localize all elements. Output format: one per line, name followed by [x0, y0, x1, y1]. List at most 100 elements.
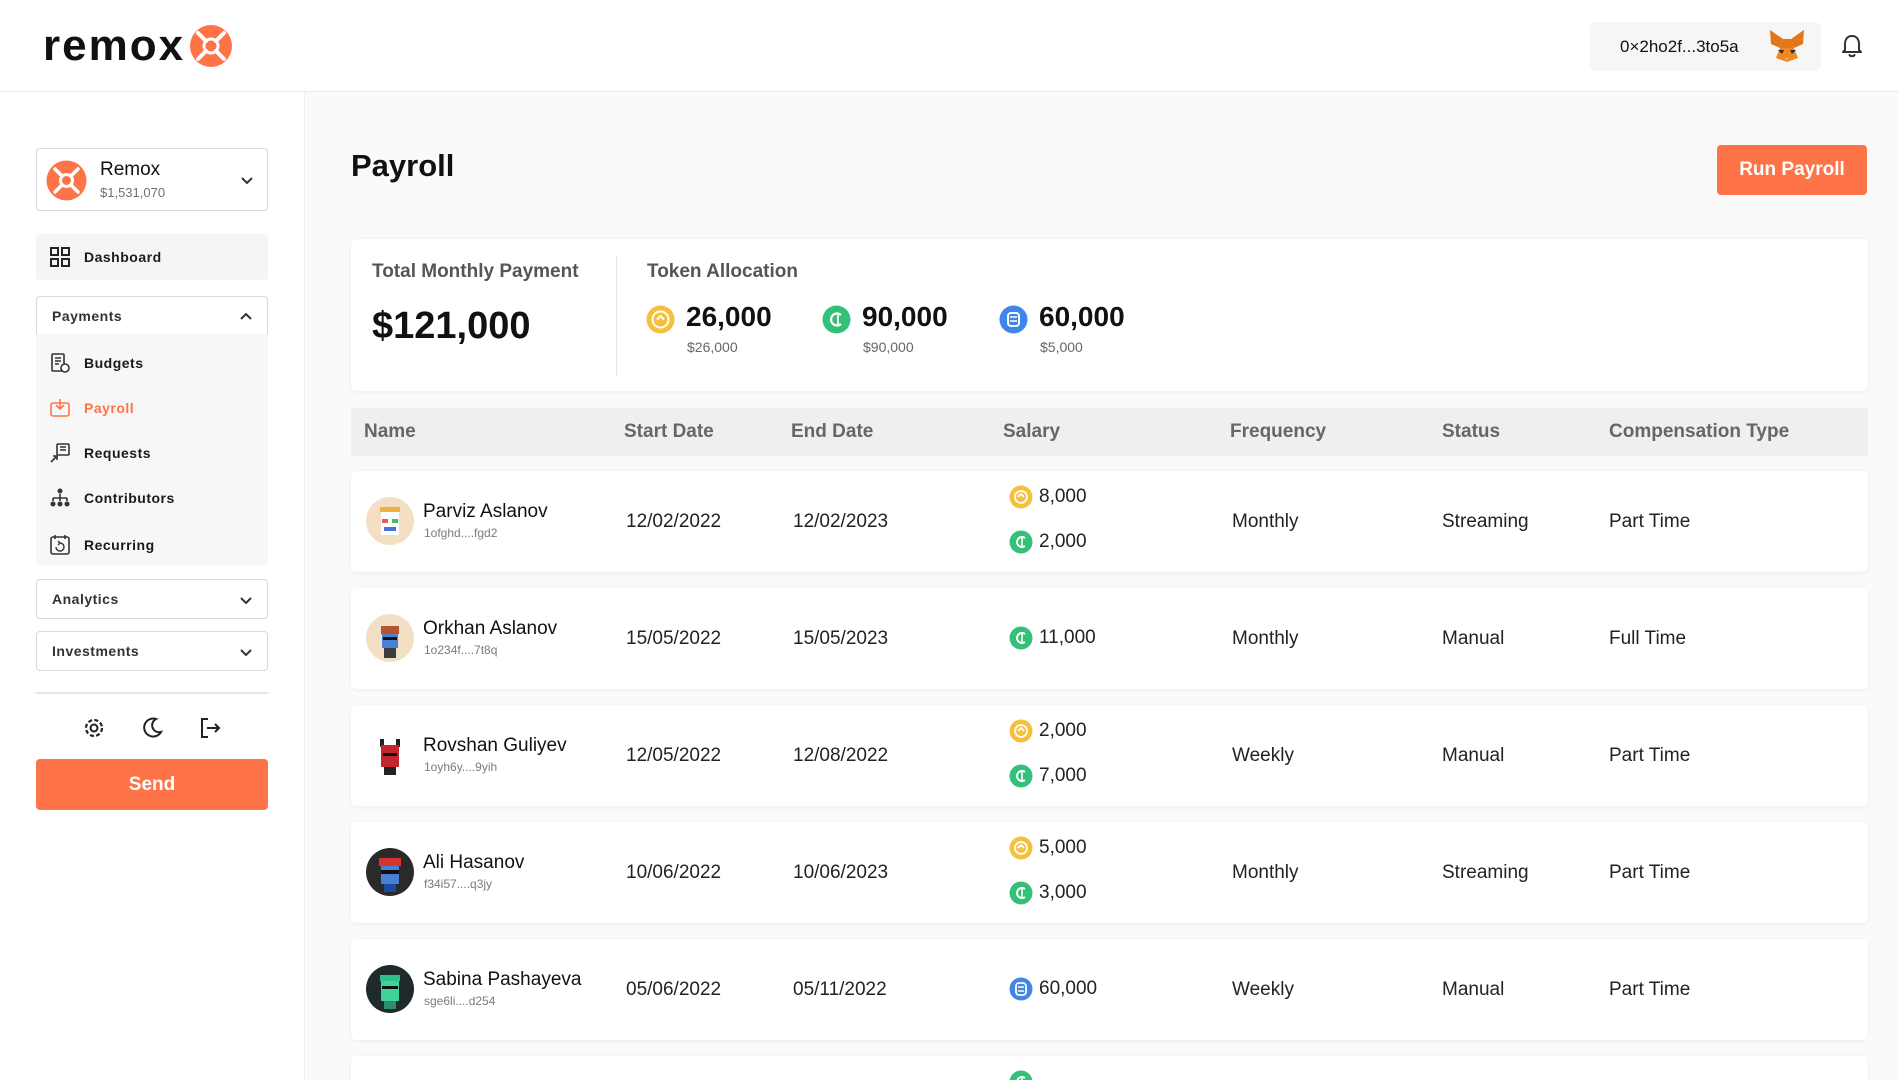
compensation-type: Part Time [1609, 745, 1691, 766]
sidebar-item-contributors[interactable]: Contributors [49, 485, 175, 511]
salary-token: 2,000 [1009, 719, 1087, 743]
sidebar-group-label: Investments [52, 643, 140, 659]
summary-divider [616, 257, 617, 377]
column-header-start-date[interactable]: Start Date [624, 421, 714, 443]
salary-token: 3,000 [1009, 881, 1087, 905]
send-button[interactable]: Send [36, 759, 268, 810]
column-header-frequency[interactable]: Frequency [1230, 421, 1326, 443]
status: Manual [1442, 745, 1505, 766]
green-coin-icon [1009, 881, 1033, 905]
org-name: Remox [100, 159, 161, 180]
salary-amount: 7,000 [1039, 765, 1087, 786]
status: Manual [1442, 628, 1505, 649]
sidebar: Remox $1,531,070 Dashboard Payments Budg… [0, 92, 305, 1080]
table-row[interactable]: Ali Hasanov f34i57....q3jy 10/06/2022 10… [351, 822, 1868, 923]
salary-token: 60,000 [1009, 977, 1097, 1001]
sidebar-item-budgets[interactable]: Budgets [49, 350, 144, 376]
employee-name: Rovshan Guliyev [423, 735, 567, 756]
compensation-type: Part Time [1609, 979, 1691, 1000]
payment-summary-card: Total Monthly Payment $121,000 Token All… [351, 239, 1868, 391]
green-coin-icon [1009, 530, 1033, 554]
blue-coin-icon [1009, 977, 1033, 1001]
salary-token: 8,000 [1009, 485, 1087, 509]
requests-icon [50, 443, 70, 463]
salary-amount: 8,000 [1039, 486, 1087, 507]
sidebar-item-label: Contributors [84, 490, 175, 506]
table-header: Name Start Date End Date Salary Frequenc… [351, 408, 1868, 456]
chevron-down-icon [240, 597, 252, 605]
dark-mode-moon-icon[interactable] [139, 715, 165, 741]
end-date: 12/02/2023 [793, 511, 889, 532]
payroll-icon [50, 399, 70, 417]
sidebar-group-analytics[interactable]: Analytics [36, 579, 268, 619]
salary-token: 2,000 [1009, 530, 1087, 554]
compensation-type: Part Time [1609, 862, 1691, 883]
remox-logo-icon [190, 25, 233, 67]
remox-logo[interactable]: remox [43, 24, 233, 68]
table-row[interactable]: Orkhan Aslanov 1o234f....7t8q 15/05/2022… [351, 588, 1868, 689]
payments-submenu: Budgets Payroll Requests Contributors Re… [36, 334, 268, 566]
start-date: 05/06/2022 [626, 979, 722, 1000]
token-usd-value: $5,000 [1040, 339, 1083, 355]
settings-gear-icon[interactable] [81, 715, 107, 741]
table-row[interactable] [351, 1056, 1868, 1080]
nft-avatar-icon [366, 848, 414, 896]
table-row[interactable]: Sabina Pashayeva sge6li....d254 05/06/20… [351, 939, 1868, 1040]
employee-name: Ali Hasanov [423, 852, 525, 873]
sidebar-item-label: Payroll [84, 400, 135, 416]
green-coin-icon [1009, 626, 1033, 650]
sidebar-item-dashboard[interactable]: Dashboard [36, 234, 268, 280]
column-header-salary[interactable]: Salary [1003, 421, 1060, 443]
nft-avatar-icon [366, 731, 414, 779]
gold-coin-icon [1009, 836, 1033, 860]
sidebar-item-requests[interactable]: Requests [49, 440, 151, 466]
token-allocation-label: Token Allocation [647, 261, 798, 282]
end-date: 12/08/2022 [793, 745, 889, 766]
sidebar-item-label: Budgets [84, 355, 144, 371]
column-header-compensation-type[interactable]: Compensation Type [1609, 421, 1789, 443]
compensation-type: Part Time [1609, 511, 1691, 532]
status: Streaming [1442, 862, 1529, 883]
column-header-end-date[interactable]: End Date [791, 421, 873, 443]
frequency: Weekly [1232, 979, 1294, 1000]
sidebar-item-label: Dashboard [84, 249, 162, 265]
organization-selector[interactable]: Remox $1,531,070 [36, 148, 268, 211]
gold-coin-icon [646, 305, 675, 334]
frequency: Monthly [1232, 862, 1299, 883]
token-amount: 60,000 [1039, 301, 1125, 332]
sidebar-group-payments[interactable]: Payments [36, 296, 268, 336]
notification-bell-icon[interactable] [1840, 33, 1864, 59]
salary-amount: 11,000 [1039, 627, 1096, 648]
wallet-button[interactable]: 0×2ho2f...3to5a [1590, 22, 1821, 71]
sidebar-item-payroll[interactable]: Payroll [49, 395, 134, 421]
start-date: 15/05/2022 [626, 628, 722, 649]
status: Streaming [1442, 511, 1529, 532]
token-usd-value: $26,000 [687, 339, 738, 355]
metamask-fox-icon [1770, 30, 1804, 62]
logout-icon[interactable] [197, 715, 223, 741]
end-date: 10/06/2023 [793, 862, 889, 883]
run-payroll-button[interactable]: Run Payroll [1717, 145, 1867, 195]
salary-amount: 60,000 [1039, 978, 1098, 999]
column-header-status[interactable]: Status [1442, 421, 1500, 443]
salary-amount: 2,000 [1039, 720, 1087, 741]
top-header: remox 0×2ho2f...3to5a [0, 0, 1899, 92]
start-date: 12/05/2022 [626, 745, 722, 766]
sidebar-item-recurring[interactable]: Recurring [49, 532, 155, 558]
nft-avatar-icon [366, 497, 414, 545]
dashboard-grid-icon [50, 247, 70, 267]
sidebar-item-label: Recurring [84, 537, 155, 553]
sidebar-group-label: Payments [52, 308, 123, 324]
token-usd-value: $90,000 [863, 339, 914, 355]
budget-icon [51, 353, 70, 373]
employee-address: sge6li....d254 [424, 994, 496, 1008]
green-coin-icon [1009, 1070, 1033, 1080]
sidebar-group-investments[interactable]: Investments [36, 631, 268, 671]
employee-name: Orkhan Aslanov [423, 618, 558, 639]
column-header-name[interactable]: Name [364, 421, 416, 443]
chevron-up-icon [240, 312, 252, 320]
employee-address: 1o234f....7t8q [424, 643, 498, 657]
table-row[interactable]: Rovshan Guliyev 1oyh6y....9yih 12/05/202… [351, 705, 1868, 806]
table-row[interactable]: Parviz Aslanov 1ofghd....fgd2 12/02/2022… [351, 471, 1868, 572]
org-balance: $1,531,070 [100, 185, 166, 200]
